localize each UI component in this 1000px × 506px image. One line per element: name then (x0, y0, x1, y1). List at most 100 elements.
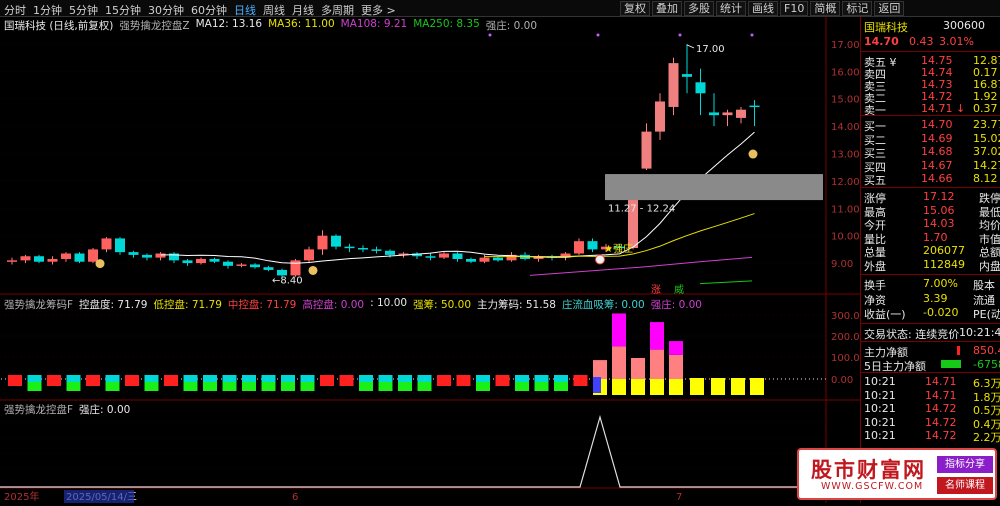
chip-red (669, 354, 683, 379)
candle (371, 246, 382, 254)
candle (236, 263, 247, 268)
mid-tick: 100.00 (831, 353, 860, 364)
chip-bar-low (125, 382, 139, 386)
watermark-tag-share: 指标分享 (937, 456, 993, 473)
toolbar-button[interactable]: 返回 (874, 1, 905, 16)
chip-bar (105, 375, 120, 382)
chip-bar-low (456, 382, 471, 386)
indicator-name[interactable]: 强势擒龙控盘Z (119, 18, 189, 32)
candle-body (709, 112, 719, 116)
chip-red (631, 358, 645, 379)
divider (861, 341, 1000, 342)
period-tab[interactable]: 分时 (4, 2, 26, 18)
period-tab[interactable]: 月线 (292, 2, 314, 18)
di-kongpan-value: 低控盘: 71.79 (153, 299, 222, 311)
bid-volume: 8.12 (973, 172, 998, 185)
ma250-value: MA250: 8.35 (413, 18, 480, 30)
toolbar-button[interactable]: F10 (780, 1, 809, 16)
tick-price: 14.72 (925, 415, 957, 429)
period-tab[interactable]: 15分钟 (105, 2, 141, 18)
period-tab[interactable]: 多周期 (321, 2, 354, 18)
price-tick: 11.00 (831, 204, 860, 215)
chip-yellow (650, 378, 664, 395)
chip-bar (47, 375, 61, 382)
rally-chip (669, 341, 683, 395)
tick-price: 14.71 (925, 375, 957, 388)
low-label: ←8.40 (272, 276, 303, 287)
flow-value: -6758 (973, 357, 1000, 371)
period-tab[interactable]: 1分钟 (33, 2, 62, 18)
date-label: 7 (676, 492, 682, 503)
candle-body (358, 248, 368, 250)
chip-bar (242, 375, 256, 382)
divider (861, 274, 1000, 275)
chip-bar (534, 375, 549, 382)
candle-body (61, 253, 71, 259)
toolbar-button[interactable]: 复权 (620, 1, 650, 16)
marker-dot (488, 33, 492, 37)
toolbar-button[interactable]: 标记 (842, 1, 873, 16)
stat-value: 15.06 (923, 203, 955, 217)
candle (155, 252, 166, 261)
stock-code: 300600 (943, 19, 985, 32)
period-tab[interactable]: 30分钟 (148, 2, 184, 18)
bottom-indicator-name[interactable]: 强势擒龙控盘F (4, 402, 73, 416)
price-tick: 14.00 (831, 122, 860, 133)
chip-bar (222, 375, 237, 382)
bottom-legend: 强势擒龙控盘F 强庄: 0.00 (4, 402, 130, 416)
extra-label: 收益(一) (864, 308, 906, 321)
tick-price: 14.71 (925, 388, 957, 402)
chip-bar (86, 375, 100, 382)
watermark-title: 股市财富网 (811, 457, 926, 482)
candle (101, 237, 112, 253)
candle-body (641, 131, 652, 169)
chart-area[interactable]: 17.00 16.00 15.00 14.00 13.00 12.00 11.00 10.00… (0, 17, 866, 503)
candle-body (695, 82, 706, 94)
period-tab[interactable]: 60分钟 (191, 2, 227, 18)
chip-bar-low (242, 382, 256, 391)
price-tick: 12.00 (831, 177, 860, 188)
candle (358, 245, 368, 253)
ask-volume: 0.37 (973, 102, 998, 115)
toolbar-button[interactable]: 统计 (716, 1, 746, 16)
extra-value: : 10.00 (370, 297, 408, 309)
candle (695, 68, 706, 116)
toolbar-button[interactable]: 画线 (748, 1, 778, 16)
tick-volume: 2.2万 (973, 431, 1000, 444)
candle-body (250, 264, 260, 268)
toolbar-button[interactable]: 叠加 (652, 1, 682, 16)
period-tab[interactable]: 日线 (234, 2, 256, 18)
chip-bar (417, 375, 432, 382)
kline-chart[interactable]: 17.00 16.00 15.00 14.00 13.00 12.00 11.00 10.00… (0, 17, 866, 503)
chip-bar-low (554, 382, 568, 391)
ma36-value: MA36: 11.00 (268, 18, 335, 30)
flow-bar-negative (941, 360, 961, 368)
stat-row: 最高 15.06 最低 (861, 203, 1000, 219)
candle-body (736, 109, 746, 118)
divider (861, 323, 1000, 324)
candle (209, 257, 220, 264)
ask-row: 卖一 14.71 ↓ 0.37 (861, 102, 1000, 117)
chip-bar (300, 375, 315, 382)
chip-bar (456, 375, 471, 382)
chip-bar (164, 375, 178, 382)
chip-bar (398, 375, 412, 382)
site-watermark: 股市财富网 WWW.GSCFW.COM 指标分享 名师课程 (797, 448, 997, 500)
chip-bar-low (573, 382, 588, 386)
candle-body (331, 235, 341, 247)
period-tab[interactable]: 周线 (263, 2, 285, 18)
support-zone (605, 174, 823, 201)
chip-bar-low (437, 382, 451, 386)
candle-body (439, 253, 449, 258)
period-tab[interactable]: 更多 > (361, 2, 396, 18)
chip-bar (573, 375, 588, 382)
period-tab[interactable]: 5分钟 (69, 2, 98, 18)
chip-bar (8, 375, 22, 382)
mid-indicator-name[interactable]: 强势擒龙筹码F (4, 297, 73, 311)
toolbar-button[interactable]: 多股 (684, 1, 714, 16)
price-pct: 3.01% (939, 35, 974, 48)
toolbar-button[interactable]: 简概 (810, 1, 841, 16)
candle (142, 253, 152, 261)
chip-yellow (612, 378, 626, 395)
stat-value: 17.12 (923, 190, 955, 203)
